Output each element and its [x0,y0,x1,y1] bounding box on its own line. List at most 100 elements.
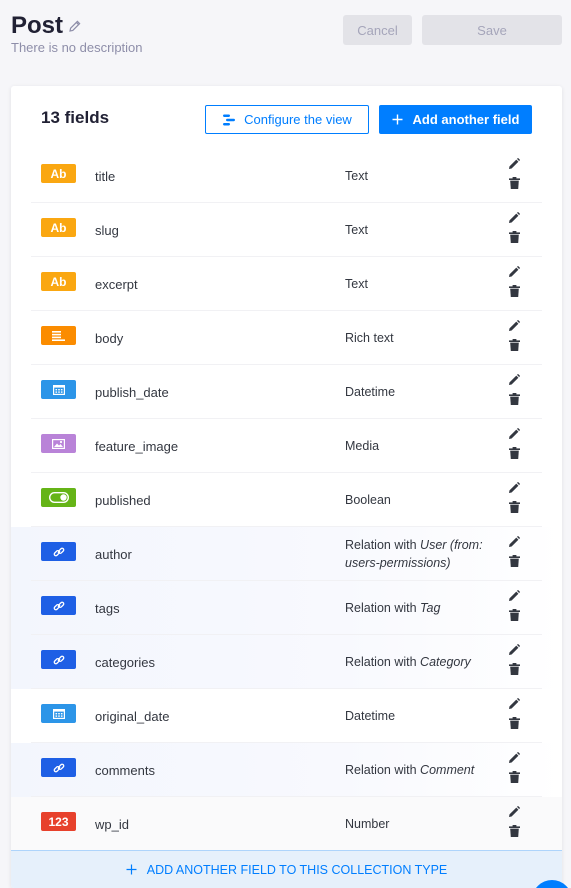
fields-card: 13 fields Configure the view Add another… [11,86,562,888]
plus-icon [126,864,137,875]
page-title: Post [11,12,81,40]
field-relation-target: Category [420,655,471,669]
field-type: Relation with User (from: users-permissi… [345,527,495,581]
field-type-prefix: Relation with [345,538,421,552]
field-badge-label: Ab [50,274,67,289]
trash-icon[interactable] [509,717,520,729]
pencil-icon[interactable] [508,482,520,494]
pencil-icon[interactable] [508,374,520,386]
trash-icon[interactable] [509,177,520,189]
field-name: comments [95,762,155,778]
pencil-icon[interactable] [508,806,520,818]
pencil-icon[interactable] [508,752,520,764]
pencil-icon[interactable] [69,20,81,32]
field-row-excerpt[interactable]: Ab excerpt Text [11,257,562,311]
fields-count: 13 fields [41,108,110,127]
calendar-icon [41,704,76,723]
media-icon [41,434,76,453]
field-row-published[interactable]: published Boolean [11,473,562,527]
field-row-feature_image[interactable]: feature_image Media [11,419,562,473]
text-icon: Ab [41,164,76,183]
pencil-icon[interactable] [508,428,520,440]
link-icon [41,650,76,669]
field-relation-target: Tag [420,601,441,615]
field-name: feature_image [95,438,179,454]
trash-icon[interactable] [509,825,520,837]
field-type: Text [345,277,368,291]
configure-view-button[interactable]: Configure the view [205,105,369,134]
field-type: Text [345,169,368,183]
plus-icon [392,114,403,125]
save-button[interactable]: Save [422,15,562,45]
page-header: Post There is no description Cancel Save [0,0,571,86]
field-name: published [95,492,151,508]
configure-view-label: Configure the view [244,112,352,127]
field-row-categories[interactable]: categories Relation with Category [11,635,562,689]
field-type: Media [345,439,380,453]
field-row-wp_id[interactable]: 123 wp_id Number [11,797,562,851]
field-name: wp_id [95,816,129,832]
trash-icon[interactable] [509,609,520,621]
field-name: title [95,168,116,184]
add-field-footer-label: ADD ANOTHER FIELD TO THIS COLLECTION TYP… [146,862,448,877]
trash-icon[interactable] [509,285,520,297]
field-row-slug[interactable]: Ab slug Text [11,203,562,257]
trash-icon[interactable] [509,447,520,459]
toggle-icon [41,488,76,507]
field-type: Relation with Category [345,635,495,689]
field-type-prefix: Relation with [345,655,421,669]
field-name: original_date [95,708,170,724]
field-row-original_date[interactable]: original_date Datetime [11,689,562,743]
field-row-tags[interactable]: tags Relation with Tag [11,581,562,635]
field-badge-label: Ab [50,166,67,181]
page-title-text: Post [11,12,64,39]
trash-icon[interactable] [509,663,520,675]
field-badge-label: 123 [48,814,69,829]
fields-list: Ab title Text Ab slug Text Ab excerpt Text body Ri… [11,149,562,851]
field-type: Datetime [345,385,396,399]
text-icon: Ab [41,272,76,291]
field-badge-label: Ab [50,220,67,235]
field-name: categories [95,654,155,670]
richtext-icon [41,326,76,345]
trash-icon[interactable] [509,393,520,405]
pencil-icon[interactable] [508,536,520,548]
field-row-author[interactable]: author Relation with User (from: users-pe… [11,527,562,581]
field-row-publish_date[interactable]: publish_date Datetime [11,365,562,419]
pencil-icon[interactable] [508,320,520,332]
text-icon: Ab [41,218,76,237]
trash-icon[interactable] [509,339,520,351]
field-type: Boolean [345,493,391,507]
add-field-label: Add another field [412,112,520,127]
field-type-prefix: Relation with [345,601,421,615]
pencil-icon[interactable] [508,266,520,278]
field-row-comments[interactable]: comments Relation with Comment [11,743,562,797]
add-field-footer-button[interactable]: ADD ANOTHER FIELD TO THIS COLLECTION TYP… [11,850,562,888]
pencil-icon[interactable] [508,698,520,710]
field-type-prefix: Relation with [345,763,421,777]
trash-icon[interactable] [509,555,520,567]
field-type: Datetime [345,709,396,723]
field-type: Text [345,223,368,237]
field-name: tags [95,600,120,616]
field-row-body[interactable]: body Rich text [11,311,562,365]
link-icon [41,596,76,615]
pencil-icon[interactable] [508,644,520,656]
calendar-icon [41,380,76,399]
pencil-icon[interactable] [508,590,520,602]
trash-icon[interactable] [509,771,520,783]
field-name: body [95,330,124,346]
pencil-icon[interactable] [508,158,520,170]
trash-icon[interactable] [509,501,520,513]
add-field-button[interactable]: Add another field [379,105,532,134]
field-name: publish_date [95,384,169,400]
field-name: author [95,546,132,562]
field-row-title[interactable]: Ab title Text [11,149,562,203]
field-name: slug [95,222,119,238]
field-name: excerpt [95,276,138,292]
page-description: There is no description [11,40,143,55]
cancel-button[interactable]: Cancel [343,15,412,45]
link-icon [41,542,76,561]
trash-icon[interactable] [509,231,520,243]
pencil-icon[interactable] [508,212,520,224]
